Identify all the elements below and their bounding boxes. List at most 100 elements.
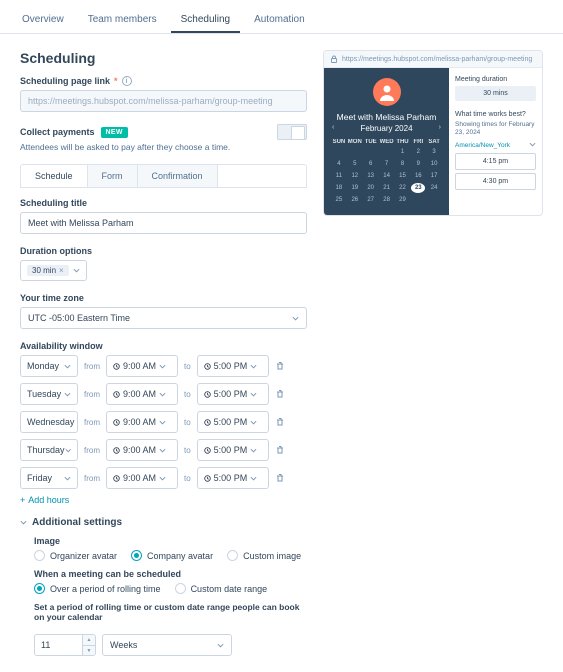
trash-icon[interactable]	[275, 389, 285, 399]
preview-duration-value: 30 mins	[455, 86, 536, 101]
tab-scheduling[interactable]: Scheduling	[171, 8, 240, 33]
calendar-day	[348, 147, 362, 157]
schedule-when-label: When a meeting can be scheduled	[34, 569, 307, 579]
collect-payments-toggle[interactable]	[277, 124, 307, 140]
calendar-day[interactable]: 1	[396, 147, 410, 157]
from-time-select[interactable]: 9:00 AM	[106, 439, 178, 461]
calendar-day[interactable]: 21	[380, 183, 394, 193]
page-link-input[interactable]: https://meetings.hubspot.com/melissa-par…	[20, 90, 307, 112]
duration-chip[interactable]: 30 min×	[27, 265, 69, 276]
time-slot[interactable]: 4:15 pm	[455, 153, 536, 170]
prev-month-icon[interactable]: ‹	[332, 124, 334, 131]
to-time-select[interactable]: 5:00 PM	[197, 439, 269, 461]
preview-best-label: What time works best?	[455, 111, 536, 118]
calendar-day[interactable]: 18	[332, 183, 346, 193]
radio-button[interactable]	[175, 583, 186, 594]
calendar-day[interactable]: 12	[348, 171, 362, 181]
to-time-select[interactable]: 5:00 PM	[197, 355, 269, 377]
preview-tz[interactable]: America/New_York	[455, 142, 536, 149]
radio-button[interactable]	[34, 550, 45, 561]
calendar-day[interactable]: 10	[427, 159, 441, 169]
chevron-down-icon	[73, 268, 80, 273]
time-slot[interactable]: 4:30 pm	[455, 173, 536, 190]
calendar-day[interactable]: 28	[380, 195, 394, 205]
from-label: from	[84, 390, 100, 399]
calendar-day[interactable]: 20	[364, 183, 378, 193]
to-time-select[interactable]: 5:00 PM	[197, 411, 269, 433]
chip-remove-icon[interactable]: ×	[59, 266, 64, 275]
trash-icon[interactable]	[275, 445, 285, 455]
calendar-day[interactable]: 6	[364, 159, 378, 169]
chevron-down-icon	[292, 316, 299, 321]
calendar-day[interactable]: 2	[411, 147, 425, 157]
from-time-select[interactable]: 9:00 AM	[106, 383, 178, 405]
calendar-day[interactable]: 23	[411, 183, 425, 193]
from-time-select[interactable]: 9:00 AM	[106, 411, 178, 433]
calendar-day[interactable]: 4	[332, 159, 346, 169]
rolling-stepper[interactable]: 11 ▲ ▼	[34, 634, 96, 656]
preview-url-bar: https://meetings.hubspot.com/melissa-par…	[324, 51, 542, 68]
to-time-select[interactable]: 5:00 PM	[197, 467, 269, 489]
calendar-day[interactable]: 3	[427, 147, 441, 157]
chevron-down-icon	[64, 364, 71, 369]
chevron-down-icon	[250, 364, 257, 369]
tab-automation[interactable]: Automation	[244, 8, 315, 33]
stepper-down[interactable]: ▼	[83, 645, 95, 655]
calendar-day[interactable]: 27	[364, 195, 378, 205]
calendar-day[interactable]: 5	[348, 159, 362, 169]
day-select[interactable]: Friday	[20, 467, 78, 489]
day-select[interactable]: Tuesday	[20, 383, 78, 405]
calendar-day[interactable]: 17	[427, 171, 441, 181]
radio-button[interactable]	[131, 550, 142, 561]
day-select[interactable]: Wednesday	[20, 411, 78, 433]
day-select[interactable]: Monday	[20, 355, 78, 377]
calendar-day[interactable]: 29	[396, 195, 410, 205]
rolling-unit-select[interactable]: Weeks	[102, 634, 232, 656]
calendar-day[interactable]: 19	[348, 183, 362, 193]
radio-button[interactable]	[34, 583, 45, 594]
calendar-day[interactable]: 25	[332, 195, 346, 205]
calendar-day[interactable]: 8	[396, 159, 410, 169]
timezone-select[interactable]: UTC -05:00 Eastern Time	[20, 307, 307, 329]
schedule-option[interactable]: Custom date range	[175, 583, 268, 594]
day-select[interactable]: Thursday	[20, 439, 78, 461]
chevron-down-icon	[159, 420, 166, 425]
from-time-select[interactable]: 9:00 AM	[106, 355, 178, 377]
calendar-day[interactable]: 26	[348, 195, 362, 205]
to-label: to	[184, 446, 191, 455]
calendar-day[interactable]: 15	[396, 171, 410, 181]
from-time-select[interactable]: 9:00 AM	[106, 467, 178, 489]
stepper-up[interactable]: ▲	[83, 635, 95, 645]
scheduling-title-input[interactable]: Meet with Melissa Parham	[20, 212, 307, 234]
subtab-confirmation[interactable]: Confirmation	[138, 165, 218, 187]
tab-overview[interactable]: Overview	[12, 8, 74, 33]
trash-icon[interactable]	[275, 473, 285, 483]
calendar-day[interactable]: 9	[411, 159, 425, 169]
calendar-day[interactable]: 11	[332, 171, 346, 181]
additional-settings-header[interactable]: Additional settings	[20, 517, 307, 528]
image-option[interactable]: Custom image	[227, 550, 301, 561]
image-option[interactable]: Company avatar	[131, 550, 213, 561]
next-month-icon[interactable]: ›	[439, 124, 441, 131]
calendar-day[interactable]: 24	[427, 183, 441, 193]
subtab-form[interactable]: Form	[88, 165, 138, 187]
calendar-day[interactable]: 13	[364, 171, 378, 181]
calendar-day[interactable]: 14	[380, 171, 394, 181]
to-time-select[interactable]: 5:00 PM	[197, 383, 269, 405]
subtab-schedule[interactable]: Schedule	[21, 165, 88, 187]
help-icon[interactable]: i	[122, 76, 132, 86]
trash-icon[interactable]	[275, 361, 285, 371]
calendar-day[interactable]: 22	[396, 183, 410, 193]
tab-team-members[interactable]: Team members	[78, 8, 167, 33]
schedule-option[interactable]: Over a period of rolling time	[34, 583, 161, 594]
duration-select[interactable]: 30 min×	[20, 260, 87, 281]
calendar-day[interactable]: 7	[380, 159, 394, 169]
trash-icon[interactable]	[275, 417, 285, 427]
top-tabs: Overview Team members Scheduling Automat…	[0, 0, 563, 34]
radio-button[interactable]	[227, 550, 238, 561]
image-option[interactable]: Organizer avatar	[34, 550, 117, 561]
calendar-day	[364, 147, 378, 157]
calendar-day[interactable]: 16	[411, 171, 425, 181]
availability-label: Availability window	[20, 341, 307, 351]
add-hours-link[interactable]: + Add hours	[20, 495, 307, 505]
